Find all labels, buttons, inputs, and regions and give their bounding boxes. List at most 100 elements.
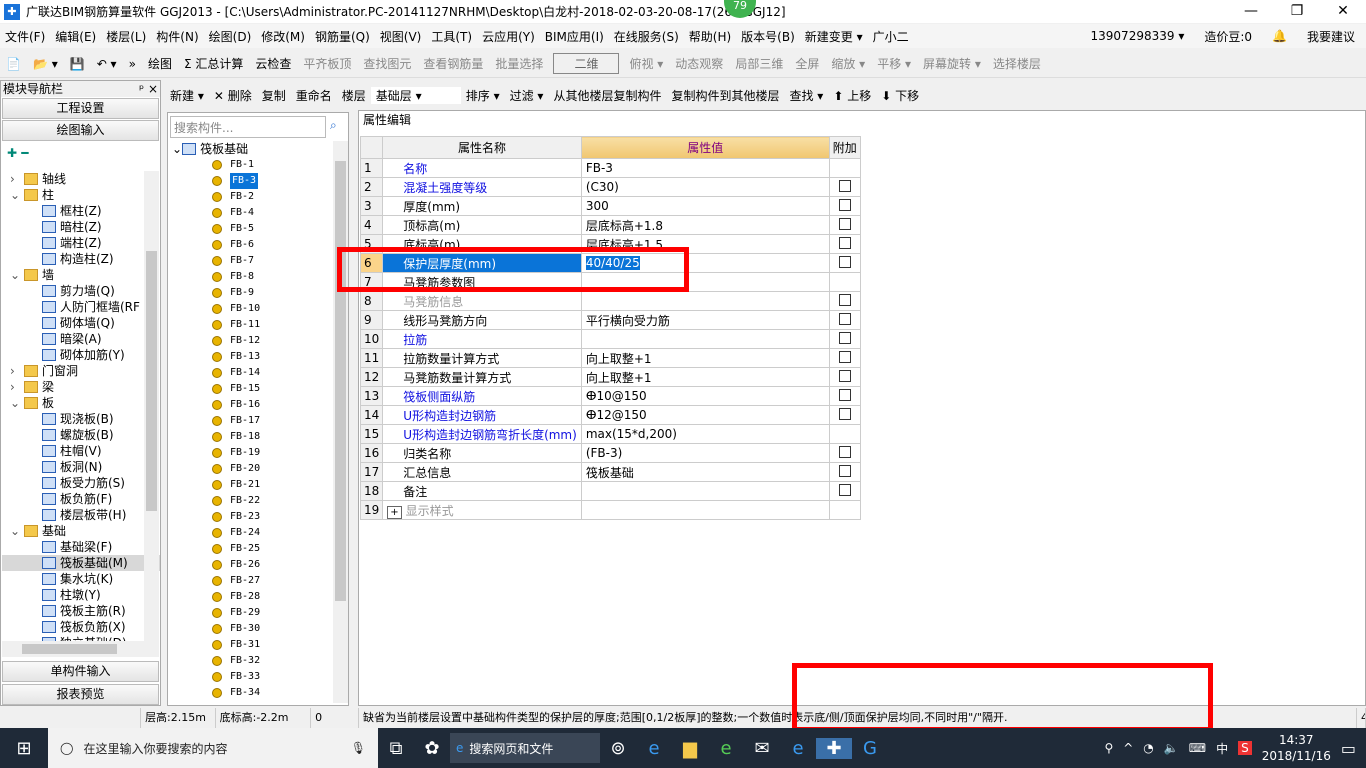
list-item[interactable]: FB-17 — [172, 413, 332, 429]
toolbar-button[interactable]: 平移 ▾ — [871, 55, 917, 72]
ime-indicator[interactable]: 中 — [1216, 740, 1228, 757]
property-value[interactable]: 筏板基础 — [580, 462, 830, 482]
nav-tree-item[interactable]: 人防门框墙(RF — [2, 299, 160, 315]
component-toolbar-item[interactable]: 新建 ▾ — [165, 87, 209, 104]
property-value[interactable] — [580, 291, 830, 311]
list-item[interactable]: FB-3 — [172, 173, 332, 189]
nav-tree-item[interactable]: ⌄ 基础 — [2, 523, 160, 539]
tree-root[interactable]: ⌄ 筏板基础 — [172, 141, 332, 157]
single-input-button[interactable]: 单构件输入 — [2, 661, 159, 682]
menu-item[interactable]: 新建变更 ▾ — [800, 28, 868, 45]
ie-icon[interactable]: e — [636, 738, 672, 759]
extra-checkbox[interactable] — [838, 483, 851, 496]
list-item[interactable]: FB-33 — [172, 669, 332, 685]
nav-tree-item[interactable]: 筏板基础(M) — [2, 555, 160, 571]
toolbar-file-icon[interactable]: 💾 — [64, 57, 91, 71]
nav-tree-item[interactable]: 柱墩(Y) — [2, 587, 160, 603]
expander-icon[interactable]: › — [10, 379, 24, 395]
nav-tree-item[interactable]: 端柱(Z) — [2, 235, 160, 251]
toolbar-file-icon[interactable]: » — [123, 57, 142, 71]
nav-tree-item[interactable]: 基础梁(F) — [2, 539, 160, 555]
list-item[interactable]: FB-19 — [172, 445, 332, 461]
component-toolbar-item[interactable]: ⬇ 下移 — [876, 87, 924, 104]
menu-item[interactable]: 在线服务(S) — [609, 28, 684, 45]
menu-item[interactable]: 工具(T) — [426, 28, 477, 45]
pin-icon[interactable]: ᵖ — [139, 82, 144, 96]
extra-checkbox[interactable] — [838, 445, 851, 458]
list-item[interactable]: FB-11 — [172, 317, 332, 333]
property-row[interactable]: 14 U形构造封边钢筋 ⴲ12@150 — [359, 405, 861, 425]
list-item[interactable]: FB-9 — [172, 285, 332, 301]
toolbar-button[interactable]: 云检查 — [249, 55, 297, 72]
property-value[interactable] — [580, 329, 830, 349]
property-value[interactable]: max(15*d,200) — [580, 424, 830, 444]
restore-button[interactable]: ❐ — [1274, 0, 1320, 23]
toolbar-button[interactable]: 查看钢筋量 — [417, 55, 489, 72]
extra-checkbox[interactable] — [838, 217, 851, 230]
expander-icon[interactable]: › — [10, 363, 24, 379]
property-value[interactable]: (C30) — [580, 177, 830, 197]
expander-icon[interactable]: ⌄ — [10, 523, 24, 539]
nav-tree-item[interactable]: 板受力筋(S) — [2, 475, 160, 491]
property-row[interactable]: 10 拉筋 — [359, 329, 861, 349]
nav-tree-item[interactable]: › 轴线 — [2, 171, 160, 187]
property-row[interactable]: 15 U形构造封边钢筋弯折长度(mm) max(15*d,200) — [359, 424, 861, 444]
component-toolbar-item[interactable]: 从其他楼层复制构件 — [548, 87, 666, 104]
nav-tree-item[interactable]: 柱帽(V) — [2, 443, 160, 459]
property-value[interactable]: 层底标高+1.8 — [580, 215, 830, 235]
list-item[interactable]: FB-16 — [172, 397, 332, 413]
property-row[interactable]: 9 线形马凳筋方向 平行横向受力筋 — [359, 310, 861, 330]
property-row[interactable]: 1 名称 FB-3 — [359, 158, 861, 178]
nav-hscroll[interactable] — [2, 641, 159, 657]
menu-item[interactable]: 云应用(Y) — [477, 28, 540, 45]
list-item[interactable]: FB-22 — [172, 493, 332, 509]
bell-icon[interactable]: 🔔 — [1267, 29, 1292, 43]
sogou-icon[interactable]: S — [1238, 741, 1252, 755]
toolbar-button[interactable]: 俯视 ▾ — [623, 55, 669, 72]
search-icon[interactable]: ⌕ — [330, 118, 337, 133]
tray-up-icon[interactable]: ^ — [1123, 741, 1133, 755]
component-toolbar-item[interactable]: 过滤 ▾ — [505, 87, 549, 104]
property-value[interactable]: (FB-3) — [580, 443, 830, 463]
nav-tree-item[interactable]: › 梁 — [2, 379, 160, 395]
list-item[interactable]: FB-34 — [172, 685, 332, 701]
nav-tree-item[interactable]: 暗梁(A) — [2, 331, 160, 347]
project-settings-button[interactable]: 工程设置 — [2, 98, 159, 119]
property-row[interactable]: 19 + 显示样式 — [359, 500, 861, 520]
nav-tree-item[interactable]: ⌄ 墙 — [2, 267, 160, 283]
toolbar-button[interactable]: 屏幕旋转 ▾ — [917, 55, 987, 72]
property-row[interactable]: 17 汇总信息 筏板基础 — [359, 462, 861, 482]
notification-icon[interactable]: ▭ — [1341, 739, 1356, 758]
property-row[interactable]: 8 马凳筋信息 — [359, 291, 861, 311]
list-item[interactable]: FB-10 — [172, 301, 332, 317]
extra-checkbox[interactable] — [838, 464, 851, 477]
property-value[interactable]: 平行横向受力筋 — [580, 310, 830, 330]
nav-vscroll[interactable] — [144, 171, 159, 641]
component-toolbar-item[interactable]: 排序 ▾ — [461, 87, 505, 104]
extra-checkbox[interactable] — [838, 236, 851, 249]
close-button[interactable]: ✕ — [1320, 0, 1366, 23]
search-input[interactable]: 搜索构件... — [170, 116, 326, 138]
menu-item[interactable]: 帮助(H) — [684, 28, 736, 45]
toolbar-file-icon[interactable]: 📂 ▾ — [27, 57, 64, 71]
list-item[interactable]: FB-2 — [172, 189, 332, 205]
list-item[interactable]: FB-8 — [172, 269, 332, 285]
folder-icon[interactable]: ▆ — [672, 738, 708, 759]
nav-tree-item[interactable]: 框柱(Z) — [2, 203, 160, 219]
component-toolbar-item[interactable]: 重命名 — [291, 87, 337, 104]
nav-tree-item[interactable]: 剪力墙(Q) — [2, 283, 160, 299]
expand-plus-icon[interactable]: + — [387, 505, 402, 519]
nav-tree-item[interactable]: 筏板主筋(R) — [2, 603, 160, 619]
property-row[interactable]: 11 拉筋数量计算方式 向上取整+1 — [359, 348, 861, 368]
component-toolbar-item[interactable]: ✕ 删除 — [209, 87, 257, 104]
component-toolbar-item[interactable]: 复制构件到其他楼层 — [666, 87, 784, 104]
nav-tree-item[interactable]: 砌体墙(Q) — [2, 315, 160, 331]
taskbar-search[interactable]: ◯ 在这里输入你要搜索的内容 🎙 — [48, 728, 378, 768]
property-value[interactable]: ⴲ12@150 — [580, 405, 830, 425]
extra-checkbox[interactable] — [838, 179, 851, 192]
volume-icon[interactable]: 🔈 — [1164, 741, 1179, 755]
toolbar-button[interactable]: 批量选择 — [489, 55, 549, 72]
menu-item[interactable]: 楼层(L) — [101, 28, 151, 45]
expander-icon[interactable]: ⌄ — [172, 141, 182, 157]
toolbar-button[interactable]: Σ 汇总计算 — [178, 55, 249, 72]
